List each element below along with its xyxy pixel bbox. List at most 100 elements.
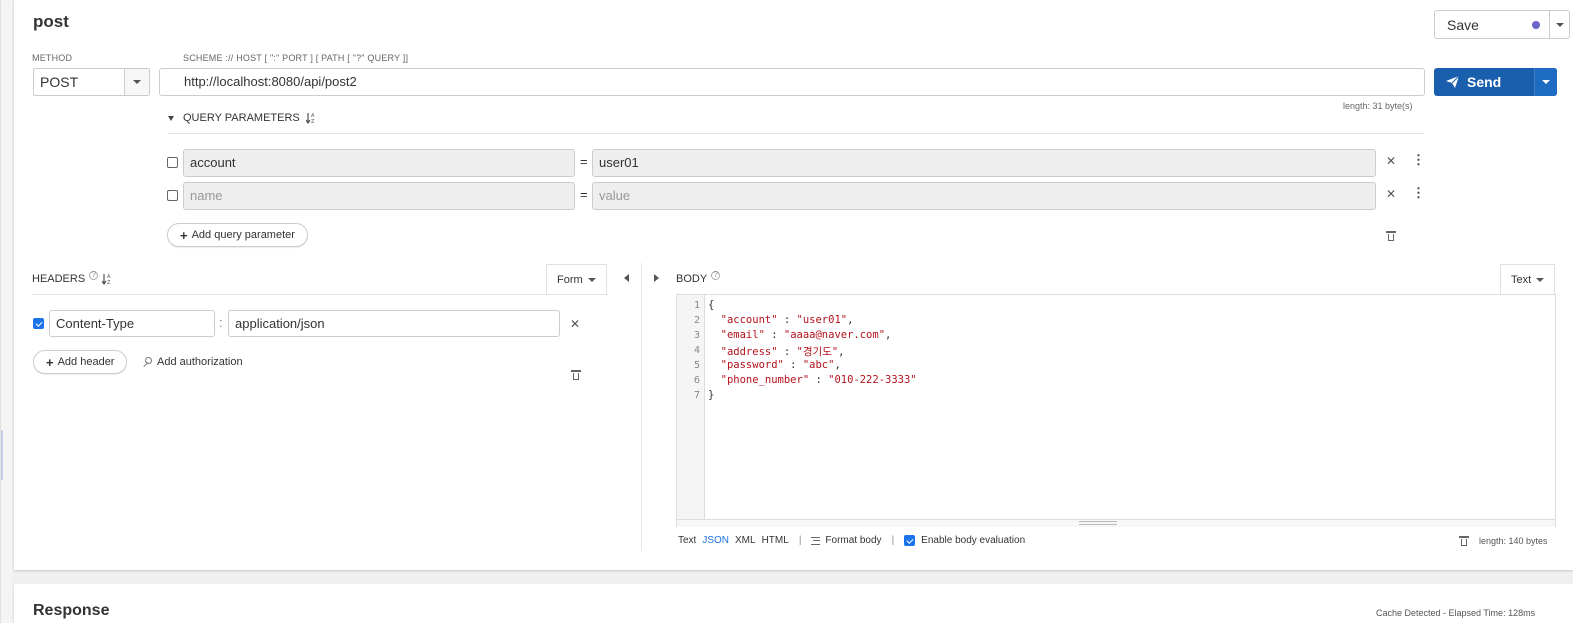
chevron-down-icon xyxy=(133,80,141,84)
trash-icon[interactable] xyxy=(571,369,581,380)
resize-grip-icon xyxy=(1079,521,1117,525)
line-number: 1 xyxy=(693,300,700,311)
request-title: post xyxy=(33,12,69,31)
method-label: METHOD xyxy=(32,53,73,63)
trash-icon[interactable] xyxy=(1386,230,1396,241)
query-param-checkbox[interactable] xyxy=(167,190,178,201)
header-enabled-checkbox[interactable] xyxy=(33,318,44,329)
unsaved-dot-icon xyxy=(1532,21,1540,29)
collapse-left-button[interactable] xyxy=(624,274,629,282)
editor-resize-bar[interactable] xyxy=(677,519,1555,527)
line-number: 2 xyxy=(693,315,700,326)
json-value: "user01" xyxy=(796,314,848,326)
json-key: "address" xyxy=(708,346,778,358)
sort-az-icon[interactable]: AZ xyxy=(305,112,317,124)
headers-mode-dropdown[interactable]: Form xyxy=(546,264,607,294)
left-edge xyxy=(0,0,12,623)
arrow-left-icon xyxy=(624,274,629,282)
json-key: "password" xyxy=(708,359,784,371)
method-dropdown-toggle[interactable] xyxy=(124,69,149,95)
format-body-button[interactable]: Format body xyxy=(811,535,882,546)
json-key: "email" xyxy=(708,329,765,341)
url-scheme-hint: SCHEME :// HOST [ ":" PORT ] [ PATH [ "?… xyxy=(183,53,409,63)
add-header-button[interactable]: + Add header xyxy=(33,350,128,374)
response-card xyxy=(14,584,1573,623)
add-query-parameter-label: Add query parameter xyxy=(191,229,295,241)
line-number: 4 xyxy=(693,345,700,356)
delete-param-icon[interactable]: ✕ xyxy=(1386,154,1396,168)
headers-heading-group: HEADERS ? AZ xyxy=(32,270,113,285)
arrow-right-icon xyxy=(654,274,659,282)
trash-icon[interactable] xyxy=(1459,535,1469,546)
header-value-input[interactable]: application/json xyxy=(228,310,560,337)
query-param-name-input[interactable]: account xyxy=(183,149,575,177)
enable-body-evaluation-label: Enable body evaluation xyxy=(921,535,1026,546)
query-param-checkbox[interactable] xyxy=(167,157,178,168)
equals-sign: = xyxy=(580,154,588,169)
left-edge-accent xyxy=(1,430,3,480)
help-icon[interactable]: ? xyxy=(711,270,721,280)
colon-separator: : xyxy=(219,315,223,330)
collapse-right-button[interactable] xyxy=(654,274,659,282)
header-name-input[interactable]: Content-Type xyxy=(49,310,215,337)
query-parameters-heading: QUERY PARAMETERS xyxy=(183,112,300,124)
query-parameters-toggle[interactable]: QUERY PARAMETERS AZ xyxy=(168,112,317,124)
chevron-down-icon xyxy=(1536,277,1545,282)
json-comma: , xyxy=(838,346,845,358)
send-options-button[interactable] xyxy=(1534,68,1557,96)
body-mode-dropdown[interactable]: Text xyxy=(1500,264,1556,294)
toolbar-separator: | xyxy=(798,535,802,546)
more-options-icon[interactable]: ⋮ xyxy=(1412,152,1425,168)
json-key: "phone_number" xyxy=(708,374,810,386)
url-length: length: 31 byte(s) xyxy=(1343,101,1413,111)
json-comma: , xyxy=(885,329,892,341)
format-lines-icon xyxy=(811,536,821,545)
help-icon[interactable]: ? xyxy=(89,270,99,280)
more-options-icon[interactable]: ⋮ xyxy=(1412,185,1425,201)
format-option-html[interactable]: HTML xyxy=(762,535,789,546)
save-options-button[interactable] xyxy=(1549,11,1569,38)
code-brace: { xyxy=(708,299,715,311)
add-authorization-button[interactable]: Add authorization xyxy=(141,356,243,368)
url-input[interactable]: http://localhost:8080/api/post2 xyxy=(159,68,1425,96)
delete-param-icon[interactable]: ✕ xyxy=(1386,187,1396,201)
json-value: "abc" xyxy=(802,359,835,371)
line-number: 5 xyxy=(693,360,700,371)
headers-mode-label: Form xyxy=(557,273,583,286)
query-param-value-input[interactable]: user01 xyxy=(592,149,1376,177)
sort-az-icon[interactable]: AZ xyxy=(102,273,113,285)
send-button[interactable]: Send xyxy=(1434,68,1534,96)
body-editor[interactable]: 1 2 3 4 5 6 7 { "account" : "user01", "e… xyxy=(676,294,1556,527)
query-param-value-input[interactable]: value xyxy=(592,182,1376,210)
format-option-xml[interactable]: XML xyxy=(735,535,756,546)
format-option-text[interactable]: Text xyxy=(678,535,696,546)
save-label: Save xyxy=(1447,16,1479,33)
delete-header-icon[interactable]: ✕ xyxy=(570,317,580,331)
save-split-button: Save xyxy=(1434,10,1570,39)
plus-icon: + xyxy=(180,227,188,243)
body-length: length: 140 bytes xyxy=(1479,535,1548,546)
code-line: "phone_number" : "010-222-3333" xyxy=(708,374,917,386)
panel-splitter[interactable] xyxy=(641,263,642,551)
method-select[interactable]: POST xyxy=(33,68,150,96)
format-option-json[interactable]: JSON xyxy=(702,535,729,546)
save-button[interactable]: Save xyxy=(1435,11,1549,38)
line-number: 6 xyxy=(693,375,700,386)
code-line: "password" : "abc", xyxy=(708,359,841,371)
json-value: "aaaa@naver.com" xyxy=(783,329,886,341)
add-header-label: Add header xyxy=(57,356,115,368)
divider xyxy=(32,294,608,295)
response-status: Cache Detected - Elapsed Time: 128ms xyxy=(1376,608,1536,618)
add-query-parameter-button[interactable]: + Add query parameter xyxy=(167,223,308,247)
collapse-triangle-icon xyxy=(168,115,174,121)
chevron-down-icon xyxy=(1542,80,1550,84)
method-value: POST xyxy=(40,74,79,90)
format-body-label: Format body xyxy=(825,535,882,546)
body-length-group: length: 140 bytes xyxy=(1459,535,1548,546)
paper-plane-icon xyxy=(1446,76,1459,88)
query-param-name-input[interactable]: name xyxy=(183,182,575,210)
enable-body-evaluation-checkbox[interactable] xyxy=(904,535,916,546)
key-icon xyxy=(141,356,152,368)
send-label: Send xyxy=(1467,74,1502,90)
body-heading-group: BODY ? xyxy=(676,270,721,285)
